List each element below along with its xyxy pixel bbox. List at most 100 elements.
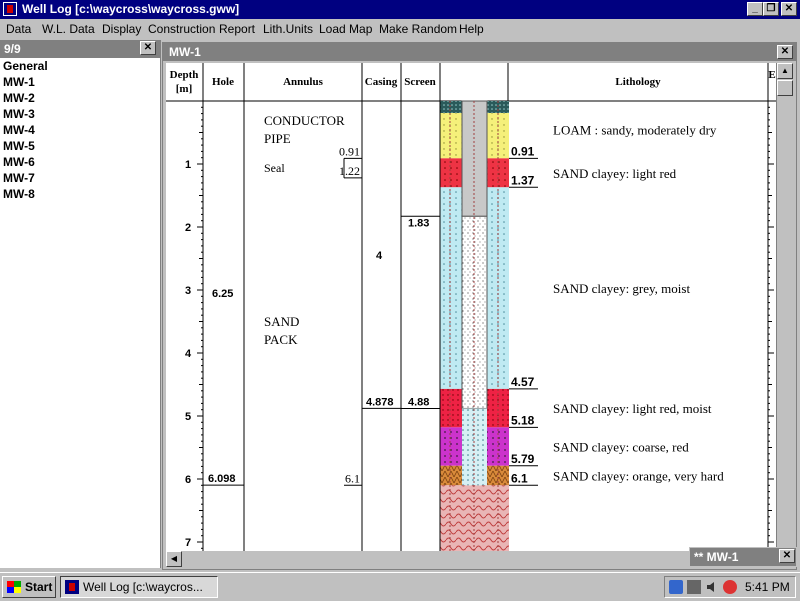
lithology-description: SAND clayey: light red bbox=[553, 166, 677, 181]
lithology-layer-left bbox=[440, 388, 462, 428]
annulus-seal-label: Seal bbox=[264, 161, 285, 175]
annulus-pipe-label: PIPE bbox=[264, 131, 291, 146]
depth-tick-label: 2 bbox=[185, 222, 191, 234]
menu-load-map[interactable]: Load Map bbox=[319, 22, 372, 36]
scroll-thumb[interactable] bbox=[777, 80, 793, 96]
taskbar-item-well-log[interactable]: Well Log [c:\waycros... bbox=[60, 576, 218, 598]
column-header-lithology: Lithology bbox=[615, 76, 661, 88]
column-header-depth-unit: [m] bbox=[176, 83, 193, 95]
list-item[interactable]: MW-5 bbox=[3, 138, 160, 154]
lithology-layer-right bbox=[487, 113, 509, 159]
start-label: Start bbox=[25, 580, 53, 594]
well-log-window-title: MW-1 bbox=[169, 45, 201, 59]
list-item[interactable]: MW-4 bbox=[3, 122, 160, 138]
list-item[interactable]: MW-7 bbox=[3, 170, 160, 186]
monitor-icon[interactable] bbox=[687, 580, 701, 594]
depth-tick-label: 3 bbox=[185, 285, 191, 297]
close-icon[interactable]: ✕ bbox=[779, 549, 795, 563]
column-header-extra: E bbox=[768, 69, 775, 81]
well-list-panel: 9/9 ✕ General MW-1 MW-2 MW-3 MW-4 MW-5 M… bbox=[0, 40, 161, 568]
list-item[interactable]: MW-1 bbox=[3, 74, 160, 90]
scroll-left-icon[interactable]: ◀ bbox=[166, 551, 182, 567]
list-item[interactable]: MW-6 bbox=[3, 154, 160, 170]
menu-lith-units[interactable]: Lith.Units bbox=[263, 22, 313, 36]
scroll-up-icon[interactable]: ▲ bbox=[777, 63, 793, 79]
lithology-description: SAND clayey: orange, very hard bbox=[553, 469, 724, 484]
lithology-description: SAND clayey: coarse, red bbox=[553, 440, 689, 455]
lithology-depth-label: 1.37 bbox=[511, 173, 535, 187]
list-item[interactable]: MW-3 bbox=[3, 106, 160, 122]
column-header-hole: Hole bbox=[212, 76, 234, 88]
well-log-diagram: 1 2 3 4 5 6 7 0.91 LOAM : sandy, moderately dry 1… bbox=[166, 63, 776, 551]
close-icon[interactable]: ✕ bbox=[777, 45, 793, 59]
minimized-window-title: ** MW-1 bbox=[694, 550, 739, 564]
well-log-window-header: MW-1 ✕ bbox=[163, 43, 796, 61]
app-icon[interactable] bbox=[3, 2, 17, 16]
title-bar: Well Log [c:\waycross\waycross.gww] _ ❐ … bbox=[0, 0, 800, 19]
lithology-description: LOAM : sandy, moderately dry bbox=[553, 123, 717, 138]
vertical-scrollbar[interactable]: ▲ bbox=[776, 63, 793, 551]
annulus-depth-label: 0.91 bbox=[339, 144, 360, 158]
depth-tick-label: 7 bbox=[185, 537, 191, 549]
menu-wl-data[interactable]: W.L. Data bbox=[42, 22, 95, 36]
depth-tick-label: 6 bbox=[185, 474, 191, 486]
well-list-header: 9/9 ✕ bbox=[0, 40, 160, 58]
menu-help[interactable]: Help bbox=[459, 22, 484, 36]
lithology-layer-left bbox=[440, 113, 462, 159]
hole-diameter-label: 6.25 bbox=[212, 288, 233, 300]
minimized-window[interactable]: ** MW-1 ✕ bbox=[689, 547, 797, 567]
speaker-icon[interactable] bbox=[705, 580, 719, 594]
horizontal-scrollbar[interactable]: ◀ bbox=[166, 551, 466, 567]
menu-bar: Data W.L. Data Display Construction Repo… bbox=[0, 19, 800, 39]
clock: 5:41 PM bbox=[745, 580, 790, 594]
depth-tick-label: 1 bbox=[185, 159, 191, 171]
network-icon[interactable] bbox=[669, 580, 683, 594]
minimize-button[interactable]: _ bbox=[747, 2, 763, 16]
start-button[interactable]: Start bbox=[2, 576, 56, 598]
close-icon[interactable]: ✕ bbox=[140, 41, 156, 55]
annulus-sandpack-label-2: PACK bbox=[264, 332, 298, 347]
well-list-count: 9/9 bbox=[4, 42, 21, 56]
column-header-casing: Casing bbox=[365, 76, 398, 88]
lithology-depth-label: 5.18 bbox=[511, 413, 535, 427]
depth-tick-label: 4 bbox=[185, 348, 192, 360]
column-header-annulus: Annulus bbox=[283, 76, 323, 88]
lithology-description: SAND clayey: light red, moist bbox=[553, 401, 712, 416]
menu-report[interactable]: Report bbox=[219, 22, 255, 36]
lithology-description: SAND clayey: grey, moist bbox=[553, 281, 690, 296]
casing-diameter-label: 4 bbox=[376, 250, 383, 262]
column-header-depth: Depth bbox=[170, 69, 199, 81]
lithology-depth-label: 0.91 bbox=[511, 144, 535, 158]
list-item[interactable]: MW-8 bbox=[3, 186, 160, 202]
lithology-depth-label: 5.79 bbox=[511, 452, 535, 466]
menu-construction[interactable]: Construction bbox=[148, 22, 215, 36]
well-list: General MW-1 MW-2 MW-3 MW-4 MW-5 MW-6 MW… bbox=[0, 58, 160, 202]
app-icon bbox=[65, 580, 79, 594]
annulus-conductor-label: CONDUCTOR bbox=[264, 113, 345, 128]
menu-make-random[interactable]: Make Random bbox=[379, 22, 457, 36]
list-item[interactable]: General bbox=[3, 58, 160, 74]
lithology-layer-left bbox=[440, 465, 462, 486]
annulus-depth-label: 1.22 bbox=[339, 164, 360, 178]
screen-bottom-label: 4.88 bbox=[408, 396, 429, 408]
close-button[interactable]: ✕ bbox=[781, 2, 797, 16]
well-log-svg: 1 2 3 4 5 6 7 0.91 LOAM : sandy, moderately dry 1… bbox=[166, 63, 776, 551]
screen-top-label: 1.83 bbox=[408, 217, 429, 229]
well-log-window: MW-1 ✕ 1 2 3 4 5 6 7 0.91 LOAM: sandy, … bbox=[162, 42, 797, 570]
taskbar-item-label: Well Log [c:\waycros... bbox=[83, 580, 203, 594]
list-item[interactable]: MW-2 bbox=[3, 90, 160, 106]
restore-button[interactable]: ❐ bbox=[763, 2, 779, 16]
menu-data[interactable]: Data bbox=[6, 22, 31, 36]
antivirus-icon[interactable] bbox=[723, 580, 737, 594]
lithology-layer-left bbox=[440, 158, 462, 188]
system-tray: 5:41 PM bbox=[664, 576, 796, 598]
taskbar: Start Well Log [c:\waycros... 5:41 PM bbox=[0, 572, 800, 601]
windows-logo-icon bbox=[7, 581, 21, 593]
window-title: Well Log [c:\waycross\waycross.gww] bbox=[22, 2, 240, 16]
lithology-layer-left bbox=[440, 187, 462, 389]
annulus-sandpack-label-1: SAND bbox=[264, 314, 299, 329]
column-header-screen: Screen bbox=[404, 76, 436, 88]
menu-display[interactable]: Display bbox=[102, 22, 141, 36]
lithology-depth-label: 4.57 bbox=[511, 375, 535, 389]
lithology-layer-left bbox=[440, 427, 462, 466]
